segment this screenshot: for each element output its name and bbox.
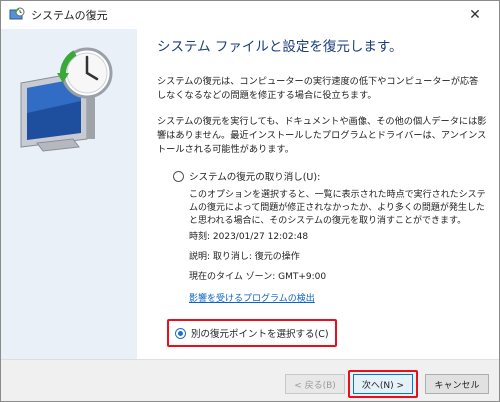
undo-restore-option[interactable]: システムの復元の取り消し(U): — [173, 169, 320, 183]
undo-restore-label: システムの復元の取り消し(U): — [189, 172, 321, 183]
close-icon: ✕ — [469, 7, 481, 23]
footer-bar: < 戻る(B) 次へ(N) > キャンセル — [1, 359, 499, 401]
title-bar: システムの復元 ✕ — [1, 1, 499, 29]
choose-restore-point-radio[interactable] — [175, 327, 186, 339]
next-button-highlight: 次へ(N) > — [348, 370, 418, 398]
affected-programs-link[interactable]: 影響を受けるプログラムの検出 — [189, 291, 315, 304]
content-area: システム ファイルと設定を復元します。 システムの復元は、コンピューターの実行速… — [137, 29, 499, 359]
next-button[interactable]: 次へ(N) > — [353, 374, 413, 394]
monitor-clock-icon — [20, 47, 113, 152]
side-panel — [1, 29, 137, 359]
back-button[interactable]: < 戻る(B) — [285, 374, 345, 394]
window-title: システムの復元 — [31, 9, 108, 22]
warning-paragraph: システムの復元を実行しても、ドキュメントや画像、その他の個人データには影響はあり… — [157, 116, 487, 155]
system-restore-window: システムの復元 ✕ システム ファイルと設定を復元します。 システムの復元は、コ… — [0, 0, 500, 402]
restore-time: 時刻: 2023/01/27 12:02:48 — [189, 232, 309, 242]
restore-description: 説明: 取り消し: 復元の操作 — [189, 252, 300, 262]
timezone-text: 現在のタイム ゾーン: GMT+9:00 — [189, 272, 327, 282]
undo-description: このオプションを選択すると、一覧に表示された時点で実行されたシステムの復元によっ… — [189, 190, 486, 226]
cancel-button[interactable]: キャンセル — [425, 374, 489, 394]
choose-restore-point-option[interactable]: 別の復元ポイントを選択する(C) — [167, 319, 337, 347]
undo-restore-radio[interactable] — [173, 170, 184, 182]
page-heading: システム ファイルと設定を復元します。 — [157, 39, 403, 55]
close-button[interactable]: ✕ — [457, 4, 493, 26]
system-restore-icon — [9, 7, 25, 20]
intro-paragraph: システムの復元は、コンピューターの実行速度の低下やコンピューターが応答しなくなる… — [157, 76, 479, 101]
choose-restore-point-label: 別の復元ポイントを選択する(C) — [191, 329, 329, 340]
